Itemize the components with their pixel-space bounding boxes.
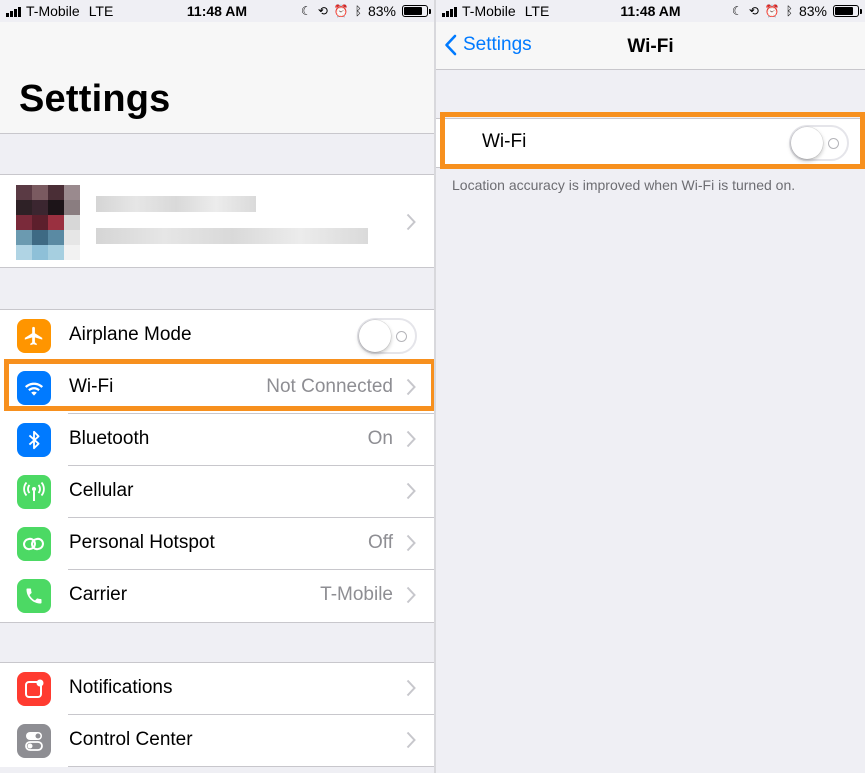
battery-percent: 83%	[367, 3, 396, 19]
carrier-row[interactable]: Carrier T-Mobile	[0, 570, 434, 622]
bluetooth-label: Bluetooth	[69, 428, 150, 449]
chevron-right-icon	[406, 430, 416, 448]
wifi-settings-pane: T-Mobile LTE 11:48 AM ☾ ⟲ ⏰ ᛒ 83% Settin…	[436, 0, 865, 773]
toggle-knob	[359, 320, 391, 352]
chevron-right-icon	[406, 213, 416, 231]
carrier-value: T-Mobile	[320, 584, 393, 605]
alarm-icon: ⏰	[764, 4, 780, 18]
personal-hotspot-status: Off	[368, 532, 393, 553]
airplane-mode-label: Airplane Mode	[69, 324, 192, 345]
battery-icon	[402, 5, 431, 17]
cellular-row[interactable]: Cellular	[0, 466, 434, 518]
chevron-right-icon	[406, 731, 416, 749]
alarm-icon: ⏰	[333, 4, 349, 18]
personal-hotspot-label: Personal Hotspot	[69, 532, 215, 553]
chevron-right-icon	[406, 679, 416, 697]
bluetooth-status-icon: ᛒ	[785, 4, 793, 18]
moon-icon: ☾	[300, 4, 312, 18]
control-center-label: Control Center	[69, 729, 193, 750]
bluetooth-status: On	[367, 428, 393, 449]
toggle-off-indicator	[396, 331, 407, 342]
nav-title: Wi-Fi	[627, 36, 674, 57]
wifi-toggle-highlight	[440, 112, 865, 169]
settings-pane: T-Mobile LTE 11:48 AM ☾ ⟲ ⏰ ᛒ 83% Settin…	[0, 0, 434, 773]
notifications-group: Notifications Control Center	[0, 662, 434, 767]
navigation-bar: Settings Wi-Fi	[436, 22, 865, 70]
control-center-row[interactable]: Control Center	[0, 715, 434, 767]
page-title: Settings	[19, 78, 171, 120]
notifications-icon	[17, 672, 51, 706]
cellular-icon	[17, 475, 51, 509]
avatar	[16, 185, 80, 260]
rotation-lock-icon: ⟲	[317, 4, 328, 18]
apple-id-profile-row[interactable]	[0, 174, 434, 268]
notifications-label: Notifications	[69, 677, 173, 698]
wifi-row-highlight	[4, 359, 434, 411]
moon-icon: ☾	[731, 4, 743, 18]
bluetooth-row[interactable]: Bluetooth On	[0, 414, 434, 466]
airplane-icon	[17, 319, 51, 353]
battery-percent: 83%	[798, 3, 827, 19]
personal-hotspot-row[interactable]: Personal Hotspot Off	[0, 518, 434, 570]
airplane-mode-toggle[interactable]	[357, 318, 417, 354]
control-center-icon	[17, 724, 51, 758]
hotspot-icon	[17, 527, 51, 561]
chevron-right-icon	[406, 482, 416, 500]
profile-name-redacted	[96, 196, 256, 212]
chevron-right-icon	[406, 534, 416, 552]
status-bar: T-Mobile LTE 11:48 AM ☾ ⟲ ⏰ ᛒ 83%	[436, 0, 865, 22]
notifications-row[interactable]: Notifications	[0, 663, 434, 715]
phone-icon	[17, 579, 51, 613]
airplane-mode-row: Airplane Mode	[0, 310, 434, 362]
cellular-label: Cellular	[69, 480, 134, 501]
chevron-right-icon	[406, 586, 416, 604]
bluetooth-icon	[17, 423, 51, 457]
large-title-header: Settings	[0, 22, 434, 134]
rotation-lock-icon: ⟲	[748, 4, 759, 18]
status-bar: T-Mobile LTE 11:48 AM ☾ ⟲ ⏰ ᛒ 83%	[0, 0, 434, 22]
carrier-label: Carrier	[69, 584, 128, 605]
bluetooth-status-icon: ᛒ	[354, 4, 362, 18]
connectivity-group: Airplane Mode Wi-Fi Not Connected Blueto…	[0, 309, 434, 623]
wifi-footnote: Location accuracy is improved when Wi-Fi…	[452, 177, 796, 193]
profile-subtitle-redacted	[96, 228, 368, 244]
battery-icon	[833, 5, 862, 17]
